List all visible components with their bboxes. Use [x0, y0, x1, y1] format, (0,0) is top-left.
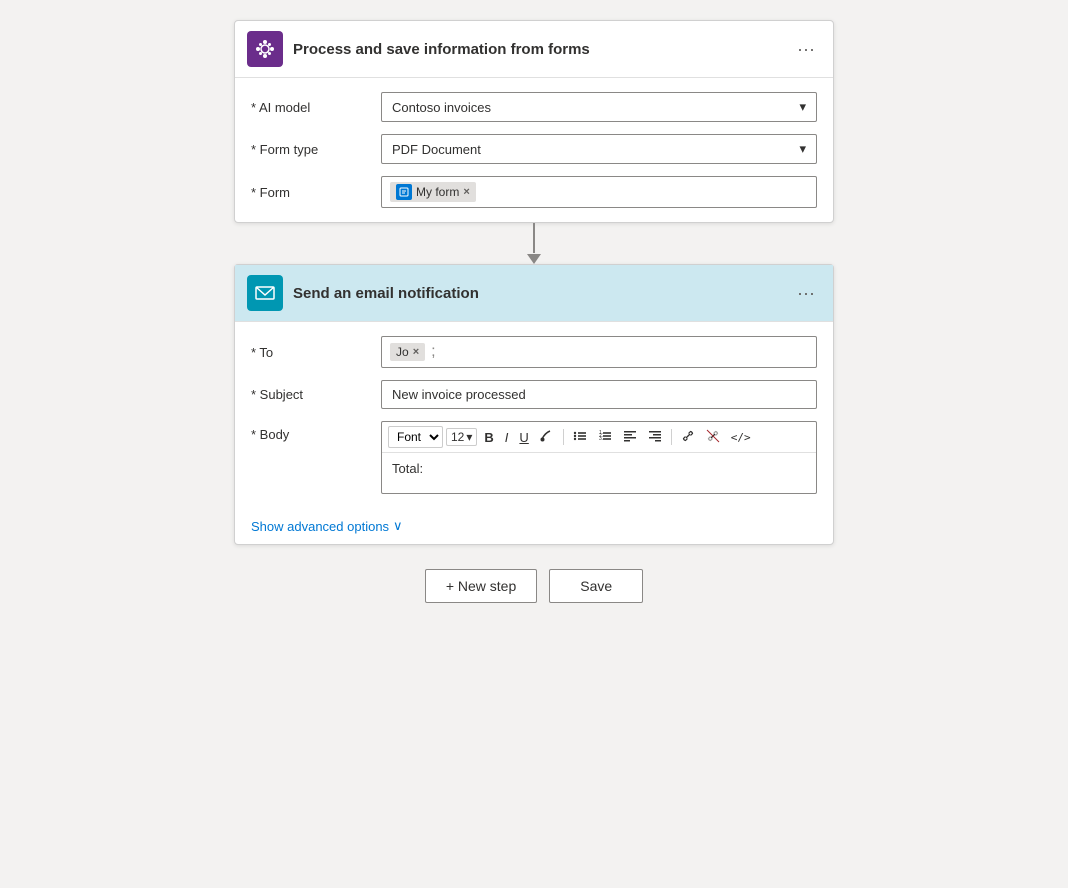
- font-size-chevron-icon[interactable]: ▾: [466, 430, 472, 444]
- connector: [527, 223, 541, 264]
- link-button[interactable]: [677, 427, 699, 448]
- process-forms-more-button[interactable]: ···: [791, 37, 821, 62]
- email-card: Send an email notification ··· * To Jo ×…: [234, 264, 834, 545]
- ai-model-label: * AI model: [251, 100, 381, 115]
- body-editor: Font 12 ▾ B I U: [381, 421, 817, 494]
- form-tag-close-button[interactable]: ×: [463, 186, 469, 198]
- canvas: Process and save information from forms …: [0, 0, 1068, 663]
- form-row: * Form My form ×: [251, 176, 817, 208]
- ordered-list-button[interactable]: 1.2.3.: [594, 427, 616, 448]
- unordered-list-button[interactable]: [569, 427, 591, 448]
- to-tag-input[interactable]: Jo × ;: [381, 336, 817, 368]
- form-type-value: PDF Document: [392, 142, 481, 157]
- form-type-row: * Form type PDF Document ▾: [251, 134, 817, 164]
- align-right-icon: [648, 429, 662, 443]
- to-tag-close-button[interactable]: ×: [413, 346, 419, 358]
- align-right-button[interactable]: [644, 427, 666, 448]
- form-label: * Form: [251, 185, 381, 200]
- new-step-button[interactable]: + New step: [425, 569, 537, 603]
- show-advanced-chevron-icon: ∨: [393, 518, 403, 534]
- link-icon: [681, 429, 695, 443]
- process-forms-body: * AI model Contoso invoices ▾ * Form typ…: [235, 78, 833, 222]
- subject-row: * Subject: [251, 380, 817, 409]
- ai-model-chevron-icon: ▾: [799, 99, 806, 115]
- form-tag: My form ×: [390, 182, 476, 202]
- ol-icon: 1.2.3.: [598, 429, 612, 443]
- show-advanced-label: Show advanced options: [251, 519, 389, 534]
- body-content[interactable]: Total:: [382, 453, 816, 493]
- process-forms-title: Process and save information from forms: [293, 41, 791, 58]
- form-type-label: * Form type: [251, 142, 381, 157]
- form-type-chevron-icon: ▾: [799, 141, 806, 157]
- email-icon: [247, 275, 283, 311]
- unlink-button[interactable]: [702, 427, 724, 448]
- code-button[interactable]: </>: [727, 429, 755, 446]
- bold-button[interactable]: B: [480, 428, 497, 447]
- bold-icon: B: [484, 430, 493, 445]
- to-tag-value: Jo: [396, 345, 409, 359]
- subject-label: * Subject: [251, 387, 381, 402]
- body-label: * Body: [251, 421, 381, 442]
- underline-button[interactable]: U: [515, 428, 532, 447]
- ul-icon: [573, 429, 587, 443]
- form-type-select[interactable]: PDF Document ▾: [381, 134, 817, 164]
- to-tag: Jo ×: [390, 343, 425, 361]
- form-tag-input[interactable]: My form ×: [381, 176, 817, 208]
- body-toolbar: Font 12 ▾ B I U: [382, 422, 816, 453]
- save-button[interactable]: Save: [549, 569, 643, 603]
- subject-input[interactable]: [381, 380, 817, 409]
- to-label: * To: [251, 345, 381, 360]
- bottom-actions: + New step Save: [425, 569, 643, 603]
- font-size-control: 12 ▾: [446, 428, 477, 446]
- ai-model-select[interactable]: Contoso invoices ▾: [381, 92, 817, 122]
- ai-icon: [247, 31, 283, 67]
- align-left-icon: [623, 429, 637, 443]
- show-advanced-options[interactable]: Show advanced options ∨: [235, 508, 833, 544]
- body-text: Total:: [392, 461, 423, 476]
- ai-model-value: Contoso invoices: [392, 100, 491, 115]
- process-forms-header: Process and save information from forms …: [235, 21, 833, 78]
- form-tag-value: My form: [416, 185, 459, 199]
- email-title: Send an email notification: [293, 285, 791, 302]
- unlink-icon: [706, 429, 720, 443]
- to-row: * To Jo × ;: [251, 336, 817, 368]
- process-forms-card: Process and save information from forms …: [234, 20, 834, 223]
- svg-text:3.: 3.: [599, 436, 603, 442]
- underline-icon: U: [519, 430, 528, 445]
- italic-icon: I: [505, 430, 509, 445]
- font-select[interactable]: Font: [388, 426, 443, 448]
- brush-button[interactable]: [536, 427, 558, 448]
- connector-arrow: [527, 254, 541, 264]
- email-more-button[interactable]: ···: [791, 281, 821, 306]
- italic-button[interactable]: I: [501, 428, 513, 447]
- ai-model-row: * AI model Contoso invoices ▾: [251, 92, 817, 122]
- connector-line: [533, 223, 535, 253]
- toolbar-sep-2: [671, 429, 672, 445]
- form-tag-icon: [396, 184, 412, 200]
- toolbar-sep-1: [563, 429, 564, 445]
- font-size-value: 12: [451, 430, 464, 444]
- to-semicolon: ;: [431, 343, 435, 361]
- align-left-button[interactable]: [619, 427, 641, 448]
- body-row: * Body Font 12 ▾ B: [251, 421, 817, 494]
- email-header: Send an email notification ···: [235, 265, 833, 322]
- brush-icon: [540, 429, 554, 443]
- email-body: * To Jo × ; * Subject * Body: [235, 322, 833, 508]
